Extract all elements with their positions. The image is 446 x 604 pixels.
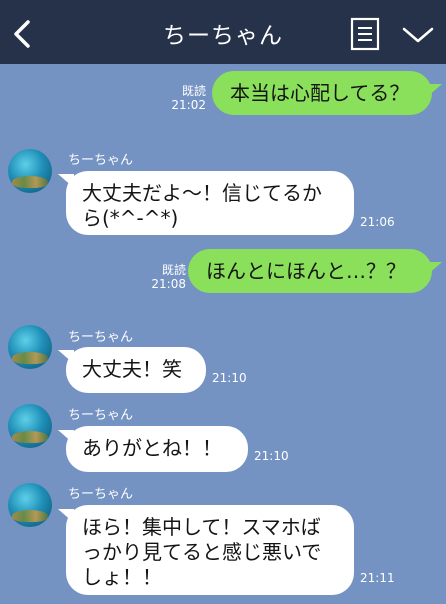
outgoing-message[interactable]: ほんとにほんと…？？: [188, 249, 432, 293]
chat-header: ちーちゃん: [0, 0, 446, 64]
message-time: 21:06: [360, 215, 395, 229]
note-list-icon[interactable]: [350, 17, 380, 51]
read-label: 既読: [161, 263, 186, 277]
outgoing-message[interactable]: 本当は心配してる？: [212, 71, 432, 115]
incoming-message[interactable]: 大丈夫！笑: [66, 347, 206, 393]
message-line: 大丈夫！笑: [82, 357, 182, 381]
message-line: 大丈夫だよ～！信じてるか: [82, 181, 322, 205]
message-time: 21:10: [254, 449, 289, 463]
avatar[interactable]: [8, 483, 52, 527]
chevron-down-icon[interactable]: [401, 24, 435, 46]
message-line: しょ！！: [82, 565, 162, 589]
read-label: 既読: [181, 84, 206, 98]
sender-name: ちーちゃん: [68, 487, 134, 502]
avatar[interactable]: [8, 149, 52, 193]
message-line: っかり見てると感じ悪いで: [82, 540, 322, 564]
incoming-message[interactable]: 大丈夫だよ～！信じてるか ら(*^-^*): [66, 171, 354, 235]
message-time: 21:02: [171, 98, 206, 112]
incoming-message[interactable]: ありがとね！！: [66, 426, 248, 472]
message-line: ほら！集中して！スマホば: [82, 515, 321, 539]
read-receipt: 既読 21:08: [146, 263, 186, 291]
avatar[interactable]: [8, 404, 52, 448]
sender-name: ちーちゃん: [68, 408, 134, 423]
message-line: ら(*^-^*): [82, 206, 179, 230]
incoming-message[interactable]: ほら！集中して！スマホば っかり見てると感じ悪いで しょ！！: [66, 505, 354, 595]
read-receipt: 既読 21:02: [166, 84, 206, 112]
message-line: ありがとね！！: [82, 436, 222, 460]
avatar[interactable]: [8, 325, 52, 369]
sender-name: ちーちゃん: [68, 153, 134, 168]
message-time: 21:10: [212, 371, 247, 385]
sender-name: ちーちゃん: [68, 330, 134, 345]
message-time: 21:11: [360, 571, 395, 585]
message-time: 21:08: [151, 277, 186, 291]
